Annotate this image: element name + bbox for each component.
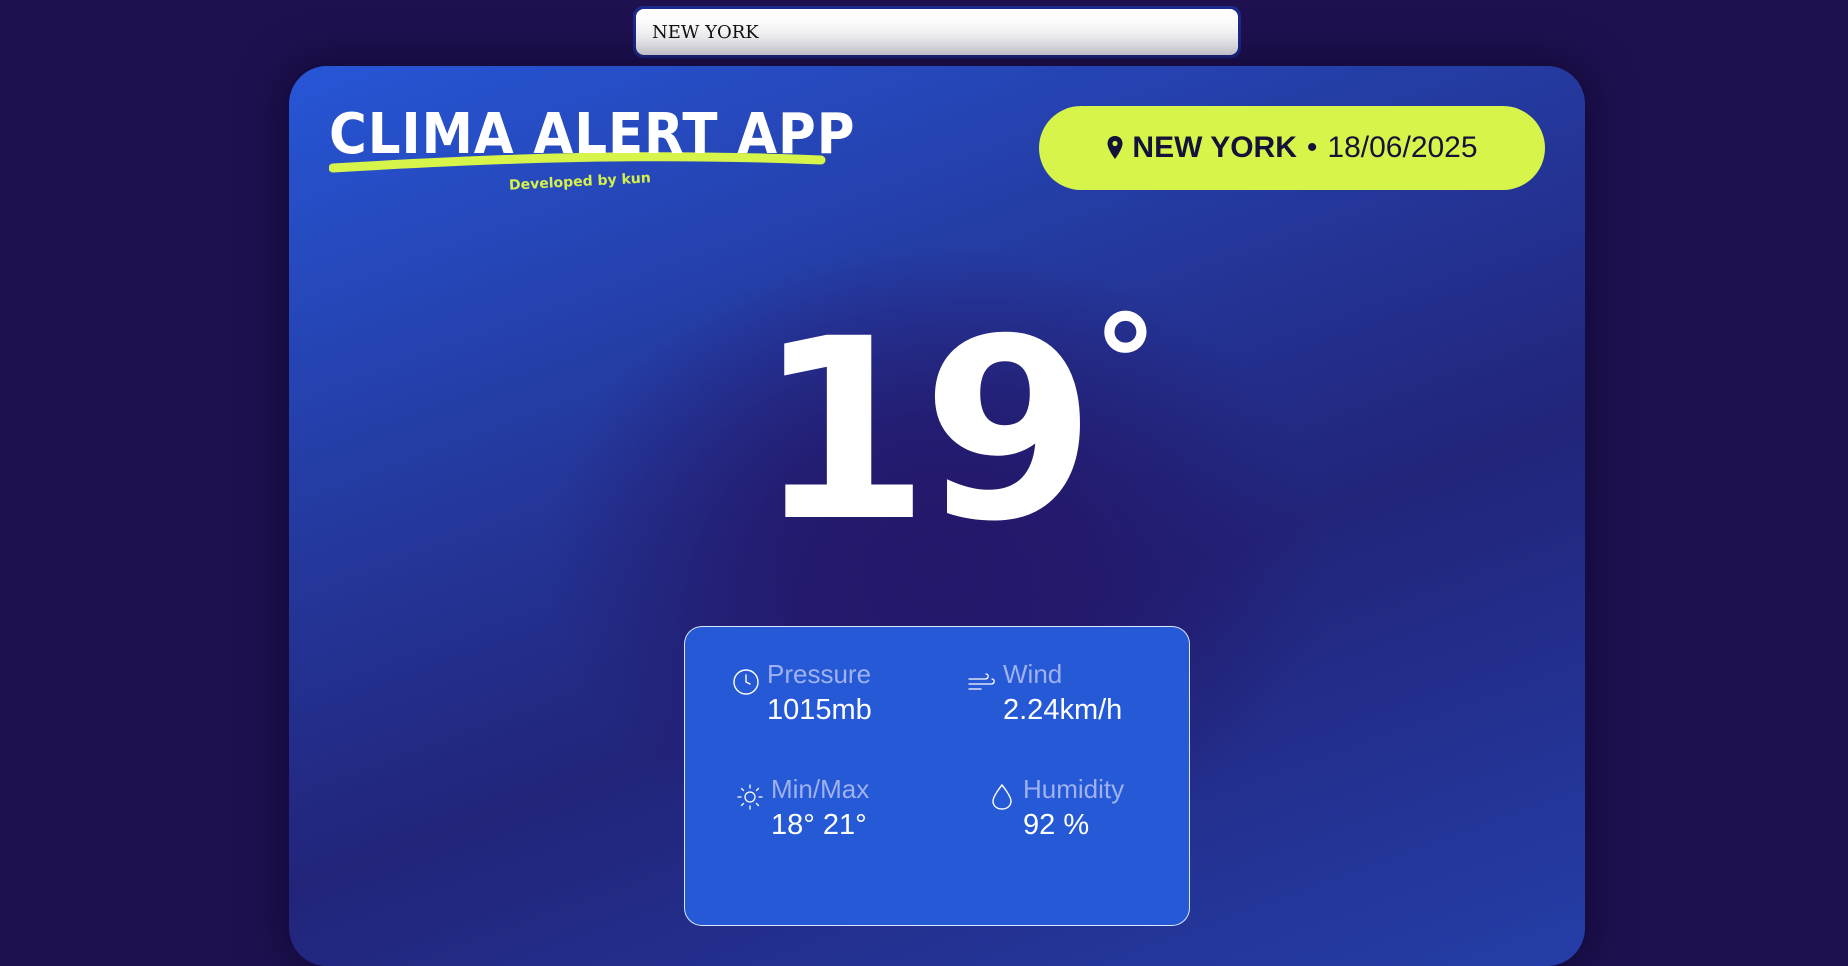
map-pin-icon: [1107, 136, 1123, 159]
location-date: 18/06/2025: [1327, 131, 1478, 164]
app-logo: CLIMA ALERT APP Developed by kun: [329, 102, 854, 194]
stat-wind-value: 2.24km/h: [1003, 694, 1123, 726]
weather-stats-panel: Pressure 1015mb Wind 2.24km/h Min/Max 18…: [684, 626, 1190, 926]
stat-minmax-value: 18° 21°: [771, 809, 867, 841]
stat-minmax-label: Min/Max: [771, 774, 870, 804]
location-city: NEW YORK: [1132, 131, 1297, 164]
stat-pressure-label: Pressure: [767, 659, 872, 689]
app-title: CLIMA ALERT APP: [329, 102, 856, 167]
gauge-icon: [733, 669, 759, 695]
temperature-value: 19: [756, 285, 1096, 576]
stat-wind-label: Wind: [1003, 659, 1063, 689]
stat-wind: Wind 2.24km/h: [967, 657, 1122, 729]
city-search-input[interactable]: [636, 9, 1238, 55]
weather-card: CLIMA ALERT APP Developed by kun NEW YOR…: [289, 66, 1585, 966]
stat-humidity-label: Humidity: [1023, 774, 1125, 804]
wind-icon: [968, 673, 995, 690]
search-bar: [633, 6, 1241, 58]
droplet-icon: [992, 783, 1012, 810]
stat-humidity-value: 92 %: [1023, 809, 1090, 841]
sun-icon: [737, 784, 763, 810]
temperature-display: 19 °: [289, 298, 1585, 556]
stat-humidity: Humidity 92 %: [987, 772, 1124, 844]
stat-pressure: Pressure 1015mb: [731, 657, 872, 729]
location-date-badge: NEW YORK • 18/06/2025: [1039, 106, 1545, 190]
location-separator: •: [1306, 131, 1318, 164]
temperature-unit: °: [1092, 287, 1158, 439]
stat-pressure-value: 1015mb: [767, 694, 872, 726]
stat-minmax: Min/Max 18° 21°: [735, 772, 869, 844]
